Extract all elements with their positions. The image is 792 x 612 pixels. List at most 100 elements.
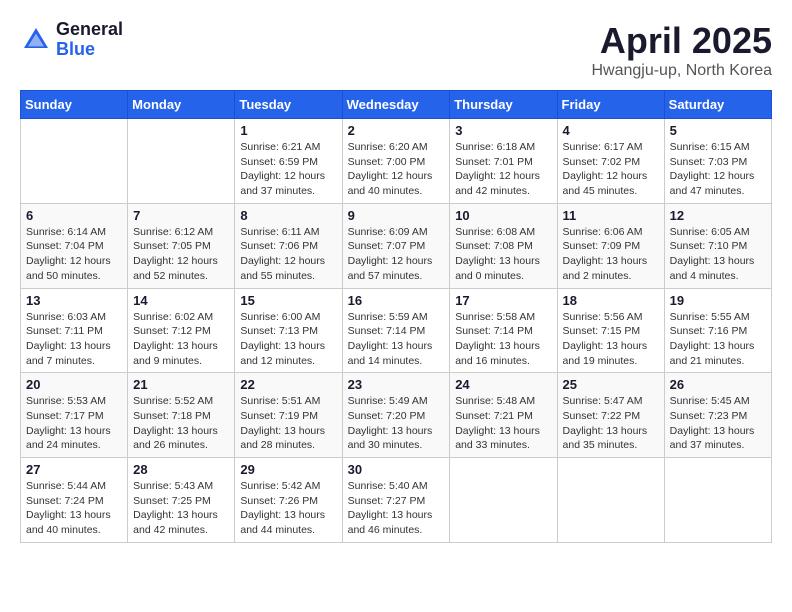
title-section: April 2025 Hwangju-up, North Korea xyxy=(591,20,772,80)
calendar-cell: 7Sunrise: 6:12 AM Sunset: 7:05 PM Daylig… xyxy=(128,203,235,288)
day-info: Sunrise: 5:47 AM Sunset: 7:22 PM Dayligh… xyxy=(563,394,659,453)
day-info: Sunrise: 6:12 AM Sunset: 7:05 PM Dayligh… xyxy=(133,225,229,284)
weekday-header-sunday: Sunday xyxy=(21,91,128,119)
day-number: 26 xyxy=(670,377,766,392)
day-number: 20 xyxy=(26,377,122,392)
calendar-cell: 30Sunrise: 5:40 AM Sunset: 7:27 PM Dayli… xyxy=(342,458,450,543)
logo: General Blue xyxy=(20,20,123,60)
calendar-cell: 19 Sunrise: 5:55 AM Sunset: 7:16 PM Dayli… xyxy=(664,288,771,373)
day-info: Sunrise: 6:17 AM Sunset: 7:02 PM Dayligh… xyxy=(563,140,659,199)
calendar-cell: 16 Sunrise: 5:59 AM Sunset: 7:14 PM Dayli… xyxy=(342,288,450,373)
day-info: Sunrise: 5:52 AM Sunset: 7:18 PM Dayligh… xyxy=(133,394,229,453)
day-number: 25 xyxy=(563,377,659,392)
location-title: Hwangju-up, North Korea xyxy=(591,62,772,80)
day-number: 6 xyxy=(26,208,122,223)
day-info: Sunrise: 6:14 AM Sunset: 7:04 PM Dayligh… xyxy=(26,225,122,284)
calendar-cell: 15 Sunrise: 6:00 AM Sunset: 7:13 PM Dayli… xyxy=(235,288,342,373)
logo-general: General xyxy=(56,20,123,40)
calendar-cell: 21 Sunrise: 5:52 AM Sunset: 7:18 PM Dayli… xyxy=(128,373,235,458)
day-number: 19 xyxy=(670,293,766,308)
day-number: 5 xyxy=(670,123,766,138)
calendar: SundayMondayTuesdayWednesdayThursdayFrid… xyxy=(20,90,772,543)
calendar-cell: 1 Sunrise: 6:21 AM Sunset: 6:59 PM Daylig… xyxy=(235,119,342,204)
day-info: Sunrise: 5:45 AM Sunset: 7:23 PM Dayligh… xyxy=(670,394,766,453)
calendar-cell: 2 Sunrise: 6:20 AM Sunset: 7:00 PM Daylig… xyxy=(342,119,450,204)
calendar-cell: 8Sunrise: 6:11 AM Sunset: 7:06 PM Daylig… xyxy=(235,203,342,288)
calendar-cell xyxy=(450,458,557,543)
day-number: 28 xyxy=(133,462,229,477)
month-title: April 2025 xyxy=(591,20,772,62)
day-number: 29 xyxy=(240,462,336,477)
calendar-cell: 3 Sunrise: 6:18 AM Sunset: 7:01 PM Daylig… xyxy=(450,119,557,204)
calendar-cell: 12 Sunrise: 6:05 AM Sunset: 7:10 PM Dayli… xyxy=(664,203,771,288)
day-info: Sunrise: 5:56 AM Sunset: 7:15 PM Dayligh… xyxy=(563,310,659,369)
day-number: 3 xyxy=(455,123,551,138)
day-number: 2 xyxy=(348,123,445,138)
calendar-cell: 6 Sunrise: 6:14 AM Sunset: 7:04 PM Daylig… xyxy=(21,203,128,288)
calendar-cell: 23 Sunrise: 5:49 AM Sunset: 7:20 PM Dayli… xyxy=(342,373,450,458)
day-number: 23 xyxy=(348,377,445,392)
calendar-cell: 28Sunrise: 5:43 AM Sunset: 7:25 PM Dayli… xyxy=(128,458,235,543)
day-info: Sunrise: 6:20 AM Sunset: 7:00 PM Dayligh… xyxy=(348,140,445,199)
day-number: 30 xyxy=(348,462,445,477)
calendar-cell: 10 Sunrise: 6:08 AM Sunset: 7:08 PM Dayli… xyxy=(450,203,557,288)
day-info: Sunrise: 5:48 AM Sunset: 7:21 PM Dayligh… xyxy=(455,394,551,453)
day-info: Sunrise: 5:51 AM Sunset: 7:19 PM Dayligh… xyxy=(240,394,336,453)
weekday-header-row: SundayMondayTuesdayWednesdayThursdayFrid… xyxy=(21,91,772,119)
day-info: Sunrise: 6:08 AM Sunset: 7:08 PM Dayligh… xyxy=(455,225,551,284)
day-info: Sunrise: 5:49 AM Sunset: 7:20 PM Dayligh… xyxy=(348,394,445,453)
calendar-cell: 24 Sunrise: 5:48 AM Sunset: 7:21 PM Dayli… xyxy=(450,373,557,458)
calendar-cell: 27Sunrise: 5:44 AM Sunset: 7:24 PM Dayli… xyxy=(21,458,128,543)
day-number: 4 xyxy=(563,123,659,138)
calendar-cell: 9 Sunrise: 6:09 AM Sunset: 7:07 PM Daylig… xyxy=(342,203,450,288)
day-info: Sunrise: 6:11 AM Sunset: 7:06 PM Dayligh… xyxy=(240,225,336,284)
day-number: 1 xyxy=(240,123,336,138)
day-number: 11 xyxy=(563,208,659,223)
day-info: Sunrise: 6:05 AM Sunset: 7:10 PM Dayligh… xyxy=(670,225,766,284)
day-number: 18 xyxy=(563,293,659,308)
day-number: 12 xyxy=(670,208,766,223)
day-info: Sunrise: 5:58 AM Sunset: 7:14 PM Dayligh… xyxy=(455,310,551,369)
day-info: Sunrise: 6:15 AM Sunset: 7:03 PM Dayligh… xyxy=(670,140,766,199)
day-number: 9 xyxy=(348,208,445,223)
day-info: Sunrise: 6:02 AM Sunset: 7:12 PM Dayligh… xyxy=(133,310,229,369)
logo-text: General Blue xyxy=(56,20,123,60)
week-row-2: 6 Sunrise: 6:14 AM Sunset: 7:04 PM Daylig… xyxy=(21,203,772,288)
day-number: 10 xyxy=(455,208,551,223)
week-row-5: 27Sunrise: 5:44 AM Sunset: 7:24 PM Dayli… xyxy=(21,458,772,543)
calendar-cell xyxy=(557,458,664,543)
calendar-cell: 20Sunrise: 5:53 AM Sunset: 7:17 PM Dayli… xyxy=(21,373,128,458)
weekday-header-wednesday: Wednesday xyxy=(342,91,450,119)
calendar-cell: 29Sunrise: 5:42 AM Sunset: 7:26 PM Dayli… xyxy=(235,458,342,543)
weekday-header-friday: Friday xyxy=(557,91,664,119)
week-row-4: 20Sunrise: 5:53 AM Sunset: 7:17 PM Dayli… xyxy=(21,373,772,458)
calendar-cell: 25 Sunrise: 5:47 AM Sunset: 7:22 PM Dayli… xyxy=(557,373,664,458)
page-header: General Blue April 2025 Hwangju-up, Nort… xyxy=(20,20,772,80)
day-info: Sunrise: 6:03 AM Sunset: 7:11 PM Dayligh… xyxy=(26,310,122,369)
day-number: 16 xyxy=(348,293,445,308)
calendar-cell: 18 Sunrise: 5:56 AM Sunset: 7:15 PM Dayli… xyxy=(557,288,664,373)
day-info: Sunrise: 6:21 AM Sunset: 6:59 PM Dayligh… xyxy=(240,140,336,199)
calendar-cell: 11Sunrise: 6:06 AM Sunset: 7:09 PM Dayli… xyxy=(557,203,664,288)
calendar-cell: 5 Sunrise: 6:15 AM Sunset: 7:03 PM Daylig… xyxy=(664,119,771,204)
calendar-cell: 17 Sunrise: 5:58 AM Sunset: 7:14 PM Dayli… xyxy=(450,288,557,373)
calendar-cell: 26 Sunrise: 5:45 AM Sunset: 7:23 PM Dayli… xyxy=(664,373,771,458)
day-number: 14 xyxy=(133,293,229,308)
calendar-cell: 14 Sunrise: 6:02 AM Sunset: 7:12 PM Dayli… xyxy=(128,288,235,373)
day-info: Sunrise: 5:55 AM Sunset: 7:16 PM Dayligh… xyxy=(670,310,766,369)
day-info: Sunrise: 6:18 AM Sunset: 7:01 PM Dayligh… xyxy=(455,140,551,199)
week-row-1: 1 Sunrise: 6:21 AM Sunset: 6:59 PM Daylig… xyxy=(21,119,772,204)
day-number: 15 xyxy=(240,293,336,308)
day-number: 24 xyxy=(455,377,551,392)
logo-blue: Blue xyxy=(56,40,123,60)
day-number: 13 xyxy=(26,293,122,308)
day-info: Sunrise: 6:00 AM Sunset: 7:13 PM Dayligh… xyxy=(240,310,336,369)
day-number: 17 xyxy=(455,293,551,308)
day-number: 21 xyxy=(133,377,229,392)
day-info: Sunrise: 6:09 AM Sunset: 7:07 PM Dayligh… xyxy=(348,225,445,284)
calendar-cell xyxy=(128,119,235,204)
calendar-cell: 13 Sunrise: 6:03 AM Sunset: 7:11 PM Dayli… xyxy=(21,288,128,373)
day-info: Sunrise: 5:59 AM Sunset: 7:14 PM Dayligh… xyxy=(348,310,445,369)
calendar-cell xyxy=(21,119,128,204)
weekday-header-tuesday: Tuesday xyxy=(235,91,342,119)
